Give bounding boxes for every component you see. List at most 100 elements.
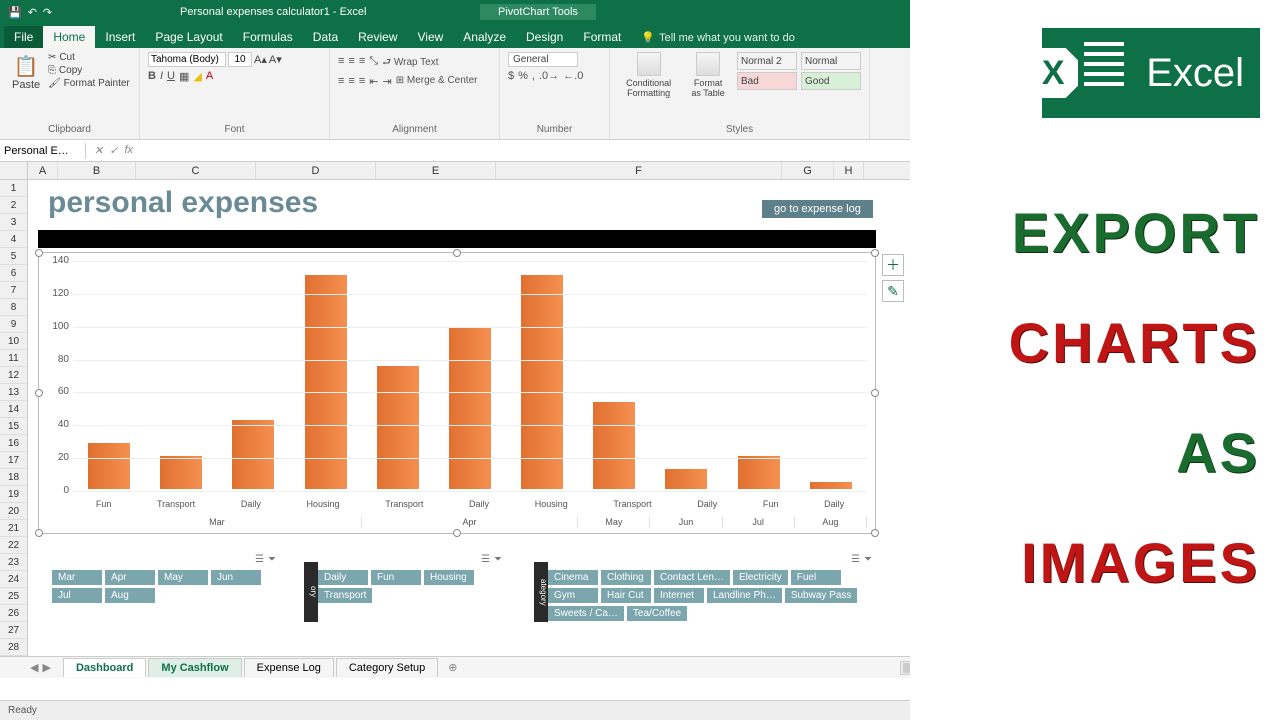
row-header[interactable]: 6 [0, 265, 27, 282]
clear-filter-icon[interactable]: ⏷ [268, 554, 276, 565]
slicer-item[interactable]: Cinema [548, 570, 598, 585]
row-header[interactable]: 23 [0, 554, 27, 571]
row-header[interactable]: 3 [0, 214, 27, 231]
slicer-item[interactable]: Clothing [601, 570, 651, 585]
chart-bar[interactable] [160, 456, 202, 489]
font-color-icon[interactable]: A [206, 70, 213, 83]
multiselect-icon[interactable]: ☰ [255, 554, 264, 565]
font-name-select[interactable] [148, 52, 226, 67]
chart-bar[interactable] [88, 443, 130, 489]
select-all-corner[interactable] [0, 162, 28, 179]
resize-handle[interactable] [871, 249, 879, 257]
row-header[interactable]: 21 [0, 520, 27, 537]
percent-icon[interactable]: % [518, 70, 528, 82]
row-header[interactable]: 2 [0, 197, 27, 214]
row-header[interactable]: 20 [0, 503, 27, 520]
tab-format[interactable]: Format [573, 26, 631, 48]
bold-button[interactable]: B [148, 70, 156, 83]
save-icon[interactable]: 💾 [8, 6, 22, 19]
fx-icon[interactable]: fx [124, 144, 133, 157]
tell-me-search[interactable]: 💡 Tell me what you want to do [631, 27, 804, 48]
slicer-months[interactable]: ☰⏷ MarAprMayJunJulAug [52, 552, 282, 626]
conditional-formatting-button[interactable]: Conditional Formatting [618, 52, 679, 98]
enter-icon[interactable]: ✓ [109, 144, 118, 157]
slicer-item[interactable]: Apr [105, 570, 155, 585]
column-header[interactable]: D [256, 162, 376, 179]
chart-bar[interactable] [521, 275, 563, 489]
row-header[interactable]: 10 [0, 333, 27, 350]
tab-analyze[interactable]: Analyze [453, 26, 516, 48]
column-header[interactable]: F [496, 162, 782, 179]
style-bad[interactable]: Bad [737, 72, 797, 90]
align-right-icon[interactable]: ≡ [359, 75, 365, 88]
sheet-tab[interactable]: Expense Log [244, 658, 334, 677]
clear-filter-icon[interactable]: ⏷ [494, 554, 502, 565]
cut-button[interactable]: ✂ Cut [48, 52, 130, 63]
chart-filters-button[interactable]: ✎ [882, 280, 904, 302]
slicer-item[interactable]: Subway Pass [785, 588, 858, 603]
chart-bar[interactable] [593, 402, 635, 489]
multiselect-icon[interactable]: ☰ [481, 554, 490, 565]
merge-center-button[interactable]: ⊞ Merge & Center [396, 75, 478, 88]
tab-design[interactable]: Design [516, 26, 573, 48]
row-header[interactable]: 12 [0, 367, 27, 384]
align-mid-icon[interactable]: ≡ [348, 55, 354, 72]
pivot-chart[interactable]: 020406080100120140 FunTransportDailyHous… [38, 252, 876, 534]
orientation-icon[interactable]: ⤡ [369, 55, 378, 72]
sheet-tab[interactable]: Category Setup [336, 658, 438, 677]
accounting-icon[interactable]: $ [508, 70, 514, 82]
row-header[interactable]: 19 [0, 486, 27, 503]
prev-sheet-icon[interactable]: ◀ [30, 661, 38, 674]
comma-icon[interactable]: , [532, 70, 535, 82]
row-header[interactable]: 13 [0, 384, 27, 401]
slicer-subcategory[interactable]: ategory ☰⏷ CinemaClothingContact Len…Ele… [548, 552, 878, 626]
slicer-item[interactable]: Jun [211, 570, 261, 585]
font-size-select[interactable] [228, 52, 252, 67]
redo-icon[interactable]: ↷ [43, 6, 52, 19]
tab-view[interactable]: View [408, 26, 454, 48]
tab-review[interactable]: Review [348, 26, 407, 48]
cancel-icon[interactable]: ✕ [94, 144, 103, 157]
slicer-category[interactable]: ory ☰⏷ DailyFunHousingTransport [318, 552, 508, 626]
row-header[interactable]: 17 [0, 452, 27, 469]
slicer-item[interactable]: Fun [371, 570, 421, 585]
decrease-font-icon[interactable]: A▾ [269, 53, 282, 66]
resize-handle[interactable] [453, 249, 461, 257]
tab-insert[interactable]: Insert [95, 26, 145, 48]
increase-decimal-icon[interactable]: .0→ [539, 70, 559, 82]
column-header[interactable]: A [28, 162, 58, 179]
style-normal[interactable]: Normal [801, 52, 861, 70]
row-header[interactable]: 22 [0, 537, 27, 554]
slicer-item[interactable]: Mar [52, 570, 102, 585]
align-bot-icon[interactable]: ≡ [359, 55, 365, 72]
row-header[interactable]: 8 [0, 299, 27, 316]
format-as-table-button[interactable]: Format as Table [685, 52, 731, 98]
align-left-icon[interactable]: ≡ [338, 75, 344, 88]
sheet-tab[interactable]: Dashboard [63, 658, 146, 677]
tab-formulas[interactable]: Formulas [233, 26, 303, 48]
resize-handle[interactable] [871, 529, 879, 537]
slicer-item[interactable]: Sweets / Ca… [548, 606, 624, 621]
slicer-item[interactable]: Contact Len… [654, 570, 730, 585]
row-header[interactable]: 7 [0, 282, 27, 299]
indent-inc-icon[interactable]: ⇥ [382, 75, 391, 88]
resize-handle[interactable] [35, 529, 43, 537]
align-top-icon[interactable]: ≡ [338, 55, 344, 72]
name-box[interactable]: Personal E… [0, 143, 86, 159]
indent-dec-icon[interactable]: ⇤ [369, 75, 378, 88]
slicer-item[interactable]: Transport [318, 588, 372, 603]
slicer-item[interactable]: Hair Cut [601, 588, 651, 603]
chart-elements-button[interactable]: ＋ [882, 254, 904, 276]
clear-filter-icon[interactable]: ⏷ [864, 554, 872, 565]
resize-handle[interactable] [35, 389, 43, 397]
chart-bar[interactable] [665, 469, 707, 489]
fill-color-icon[interactable]: ◢ [193, 70, 201, 83]
slicer-item[interactable]: Daily [318, 570, 368, 585]
underline-button[interactable]: U [167, 70, 175, 83]
row-header[interactable]: 11 [0, 350, 27, 367]
slicer-item[interactable]: Housing [424, 570, 474, 585]
row-header[interactable]: 25 [0, 588, 27, 605]
tab-home[interactable]: Home [43, 26, 95, 48]
slicer-item[interactable]: Tea/Coffee [627, 606, 687, 621]
chart-bar[interactable] [738, 456, 780, 489]
